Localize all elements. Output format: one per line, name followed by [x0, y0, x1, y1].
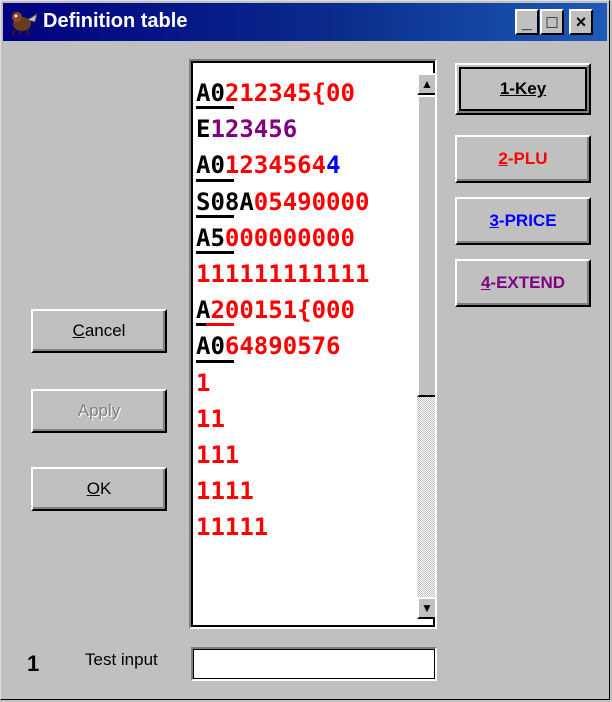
list-item-segment: 212345{00 [224, 79, 355, 107]
definition-rows: A0212345{00 E123456 A012345644 S08A05490000… [196, 75, 416, 601]
list-item-segment: 123456 [210, 115, 298, 144]
price-num: 3 [489, 211, 499, 230]
list-frame: A0212345{00 E123456 A012345644 S08A05490000… [191, 61, 435, 627]
plu-label: -PLU [507, 149, 548, 168]
list-item-segment: 4 [326, 151, 341, 180]
list-item-segment: E [196, 115, 211, 144]
extend-label: -EXTEND [490, 273, 566, 292]
list-item-segment: 000000000 [224, 223, 355, 252]
list-item[interactable]: 111111111111 [196, 256, 416, 292]
list-item-segment: S08A [196, 187, 254, 216]
key-button[interactable]: 1-Key [455, 63, 591, 115]
list-item-segment: A0 [196, 151, 225, 180]
field-marker [196, 214, 234, 218]
test-input-field[interactable] [191, 647, 437, 681]
extend-button[interactable]: 4-EXTEND [455, 259, 591, 307]
list-item[interactable]: 1 [196, 365, 416, 401]
list-item-segment: 200151{000 [210, 296, 355, 325]
scroll-up-arrow-icon[interactable]: ▲ [417, 73, 435, 95]
vertical-scrollbar[interactable]: ▲ ▼ [417, 73, 435, 627]
list-item[interactable]: 1111 [196, 473, 416, 509]
list-item-segment: 1234564 [224, 151, 327, 180]
list-item[interactable]: S08A05490000 [196, 184, 416, 220]
cancel-button[interactable]: Cancel [31, 309, 167, 353]
field-marker [196, 250, 234, 254]
list-item-segment: 11 [196, 404, 225, 433]
list-item[interactable]: E123456 [196, 111, 416, 147]
list-item-segment: 05490000 [253, 187, 370, 216]
list-item-segment: 111111111111 [196, 259, 370, 288]
test-input-label: Test input [85, 650, 158, 669]
list-item[interactable]: 11111 [196, 509, 416, 545]
list-item[interactable]: A064890576 [196, 328, 416, 364]
ok-button[interactable]: OK [31, 467, 167, 511]
cancel-label: ancel [84, 321, 126, 340]
minimize-button[interactable]: _ [515, 9, 539, 35]
list-item-segment: 111 [196, 440, 240, 469]
list-item[interactable]: A200151{000 [196, 292, 416, 328]
list-item-segment: A0 [196, 79, 225, 107]
list-item-segment: 64890576 [224, 332, 341, 361]
list-item-segment: A5 [196, 223, 225, 252]
list-item[interactable]: A012345644 [196, 147, 416, 183]
list-item[interactable]: 111 [196, 437, 416, 473]
row-number: 1 [27, 651, 40, 676]
extend-num: 4 [480, 273, 491, 292]
plu-num: 2 [498, 149, 508, 168]
field-marker-red [206, 323, 234, 327]
maximize-button[interactable]: □ [540, 9, 564, 35]
apply-button[interactable]: Apply [31, 389, 167, 433]
field-marker [196, 178, 234, 182]
window-title: Definition table [43, 10, 188, 32]
list-item-segment: 11111 [196, 513, 269, 542]
field-marker [196, 106, 234, 110]
price-label: -PRICE [498, 211, 557, 230]
cancel-hotkey: C [72, 321, 85, 340]
list-item[interactable]: 11 [196, 401, 416, 437]
list-item-segment: A [196, 296, 211, 325]
list-item[interactable]: A0212345{00 [196, 75, 416, 111]
list-item-segment: 1111 [196, 477, 254, 506]
close-button[interactable]: × [569, 9, 593, 35]
plu-button[interactable]: 2-PLU [455, 135, 591, 183]
list-item-segment: A0 [196, 332, 225, 361]
title-bar[interactable]: Definition table _ □ × [3, 3, 607, 41]
price-button[interactable]: 3-PRICE [455, 197, 591, 245]
app-icon [11, 12, 38, 36]
list-item[interactable]: A5000000000 [196, 220, 416, 256]
ok-label: K [99, 479, 112, 498]
scroll-down-arrow-icon[interactable]: ▼ [417, 597, 435, 619]
ok-hotkey: O [86, 479, 100, 498]
vertical-scroll-thumb[interactable] [417, 95, 435, 397]
list-item-segment: 1 [196, 368, 211, 397]
definition-table-window: Definition table _ □ × Cancel Apply OK 1… [0, 0, 610, 700]
field-marker [196, 359, 234, 363]
definition-list[interactable]: A0212345{00 E123456 A012345644 S08A05490000… [189, 59, 437, 629]
